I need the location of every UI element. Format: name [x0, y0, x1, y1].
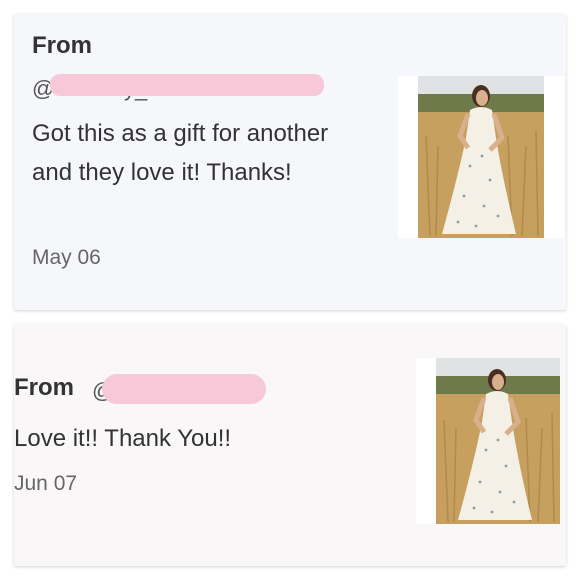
review-card: From @ y_ Got this as a gift for another… — [14, 14, 566, 310]
product-photo — [398, 76, 564, 238]
redacted-username — [102, 374, 266, 404]
review-text: Got this as a gift for another and they … — [32, 120, 329, 186]
review-date: Jun 07 — [14, 472, 78, 495]
redacted-username — [50, 74, 324, 96]
product-photo — [416, 358, 560, 524]
review-text: Love it!! Thank You!! — [14, 425, 232, 452]
from-label: From — [14, 374, 74, 401]
review-date: May 06 — [32, 246, 101, 269]
from-label: From — [32, 32, 92, 59]
review-card: From @ Love it!! Thank You!! Jun 07 — [14, 324, 566, 566]
